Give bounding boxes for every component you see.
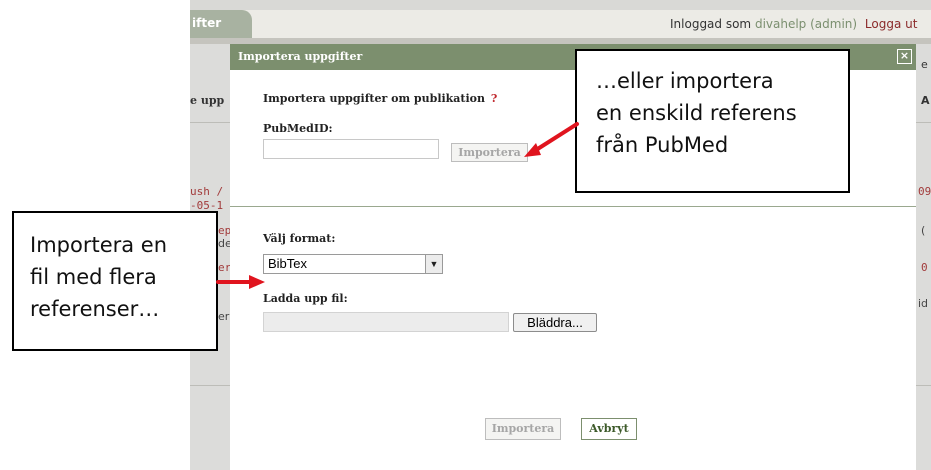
arrow-to-file — [216, 275, 265, 289]
annotation-arrows — [216, 122, 579, 289]
arrow-to-pubmed — [524, 122, 579, 157]
